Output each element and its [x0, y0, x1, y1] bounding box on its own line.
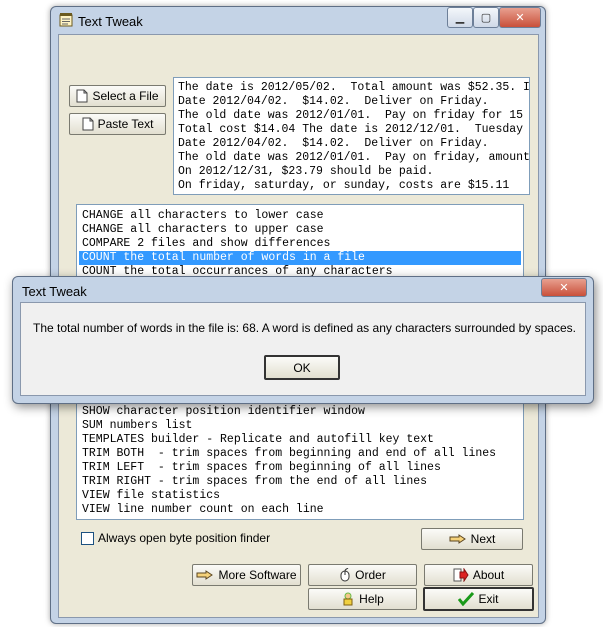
about-button[interactable]: About [424, 564, 533, 586]
more-software-button[interactable]: More Software [192, 564, 301, 586]
maximize-button[interactable]: ▢ [473, 7, 499, 28]
list-item[interactable]: CHANGE all characters to upper case [79, 223, 521, 237]
about-label: About [472, 568, 505, 582]
list-item[interactable]: SUM numbers list [79, 419, 521, 433]
about-arrow-icon [453, 568, 469, 582]
help-label: Help [359, 592, 384, 606]
document-icon [82, 117, 94, 131]
list-item[interactable]: TRIM RIGHT - trim spaces from the end of… [79, 475, 521, 489]
minimize-button[interactable]: ▁ [447, 7, 473, 28]
select-file-button[interactable]: Select a File [69, 85, 166, 107]
list-item[interactable]: VIEW line number count on each line [79, 503, 521, 517]
text-line: Date 2012/04/02. $14.02. Deliver on Frid… [178, 95, 489, 108]
select-file-label: Select a File [92, 89, 159, 103]
list-item[interactable]: COMPARE 2 files and show differences [79, 237, 521, 251]
text-line: Total cost $14.04 The date is 2012/12/01… [178, 123, 524, 136]
text-line: Date 2012/04/02. $14.02. Deliver on Frid… [178, 137, 489, 150]
dialog-message: The total number of words in the file is… [33, 321, 576, 335]
next-button[interactable]: Next [421, 528, 523, 550]
notepad-icon [58, 12, 74, 28]
list-item[interactable]: TRIM BOTH - trim spaces from beginning a… [79, 447, 521, 461]
list-item[interactable]: CHANGE all characters to lower case [79, 209, 521, 223]
ok-button[interactable]: OK [264, 355, 340, 380]
order-label: Order [355, 568, 386, 582]
order-button[interactable]: Order [308, 564, 417, 586]
list-item[interactable]: VIEW file statistics [79, 489, 521, 503]
dialog-close-button[interactable]: ✕ [541, 278, 587, 297]
more-software-label: More Software [218, 568, 297, 582]
list-item[interactable]: SHOW character position identifier windo… [79, 405, 521, 419]
text-line: The date is 2012/05/02. Total amount was… [178, 81, 530, 94]
dialog-title: Text Tweak [22, 284, 87, 299]
text-input-area[interactable]: The date is 2012/05/02. Total amount was… [173, 77, 530, 195]
byte-finder-checkbox[interactable] [81, 532, 94, 545]
exit-label: Exit [478, 592, 499, 606]
list-item[interactable]: COUNT the total number of words in a fil… [79, 251, 521, 265]
document-icon [76, 89, 88, 103]
text-line: On 2012/12/31, $23.79 should be paid. [178, 165, 434, 178]
pointing-hand-icon [196, 569, 214, 581]
window-title: Text Tweak [78, 14, 143, 29]
next-label: Next [470, 532, 496, 546]
text-line: The old date was 2012/01/01. Pay on frid… [178, 151, 530, 164]
text-line: On friday, saturday, or sunday, costs ar… [178, 179, 510, 192]
help-button[interactable]: Help [308, 588, 417, 610]
close-button[interactable]: ✕ [499, 7, 541, 28]
dialog-client-area [20, 302, 586, 396]
mouse-icon [339, 568, 351, 582]
exit-button[interactable]: Exit [423, 587, 534, 611]
list-item[interactable]: TEMPLATES builder - Replicate and autofi… [79, 433, 521, 447]
paste-text-label: Paste Text [97, 117, 154, 131]
checkmark-icon [458, 592, 475, 606]
list-item[interactable]: TRIM LEFT - trim spaces from beginning o… [79, 461, 521, 475]
byte-finder-label: Always open byte position finder [98, 531, 271, 545]
paste-text-button[interactable]: Paste Text [69, 113, 166, 135]
help-person-icon [341, 592, 355, 606]
text-line: The old date was 2012/01/01. Pay on frid… [178, 109, 524, 122]
pointing-hand-icon [449, 533, 467, 545]
